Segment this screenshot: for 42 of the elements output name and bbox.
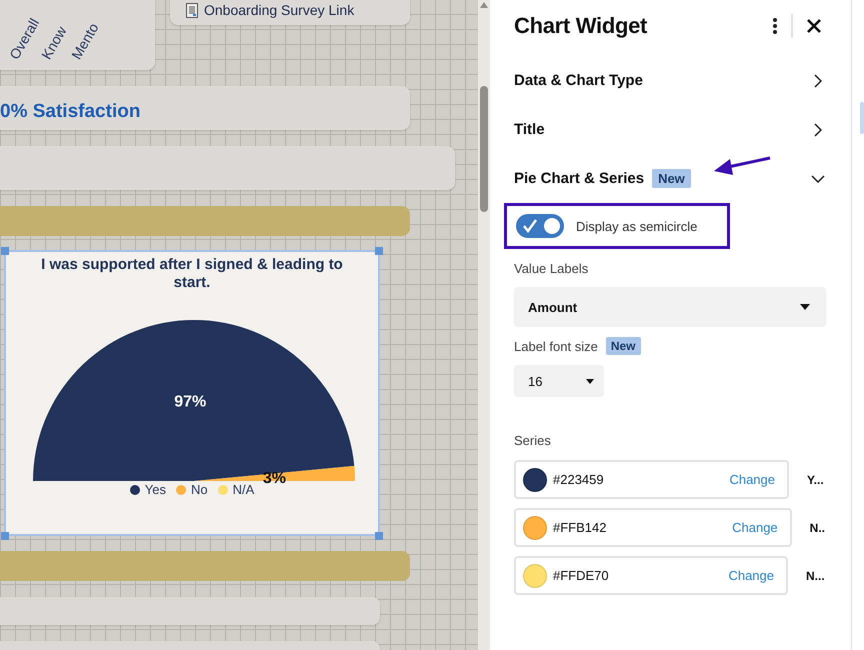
change-link[interactable]: Change <box>732 520 778 535</box>
chart-title: I was supported after I signed & leading to start. <box>40 256 344 292</box>
legend-item: Yes <box>130 482 166 497</box>
resize-handle[interactable] <box>1 532 9 540</box>
chevron-down-icon <box>811 174 825 182</box>
font-size-dropdown[interactable]: 16 <box>514 365 604 397</box>
toggle-label: Display as semicircle <box>576 218 698 234</box>
new-badge: New <box>606 337 641 355</box>
section-header[interactable]: Title <box>514 105 825 154</box>
field-label: Value Labels <box>514 261 590 276</box>
resize-handle[interactable] <box>1 247 9 255</box>
series-name: N.. <box>810 520 825 534</box>
chevron-right-icon <box>814 74 822 88</box>
scroll-indicator <box>860 102 864 134</box>
document-icon <box>186 3 198 18</box>
resize-handle[interactable] <box>375 247 383 255</box>
series-name: N... <box>806 568 825 582</box>
value-labels-dropdown[interactable]: Amount <box>514 287 826 327</box>
panel-title: Chart Widget <box>514 13 648 39</box>
survey-link[interactable]: Onboarding Survey Link <box>170 0 410 25</box>
change-link[interactable]: Change <box>728 568 774 583</box>
legend-item: N/A <box>218 482 254 497</box>
change-link[interactable]: Change <box>729 472 775 487</box>
section-header[interactable]: Data & Chart Type <box>514 56 825 105</box>
scrollbar-thumb[interactable] <box>480 86 488 212</box>
series-name: Y... <box>807 472 824 486</box>
legend-item: No <box>176 482 208 497</box>
hex-value: #FFDE70 <box>553 568 609 583</box>
resize-handle[interactable] <box>375 532 383 540</box>
data-label: 97% <box>174 394 206 411</box>
hex-value: #FFB142 <box>553 520 606 535</box>
caret-icon <box>586 378 594 384</box>
chevron-right-icon <box>814 122 822 136</box>
heading: 0% Satisfaction <box>0 101 140 123</box>
hex-value: #223459 <box>553 472 604 487</box>
toggle-switch[interactable] <box>516 214 564 238</box>
field-label: Series <box>514 433 552 448</box>
field-label: Label font size <box>514 338 598 354</box>
scroll-up-icon[interactable] <box>480 2 488 8</box>
checkmark-icon <box>523 219 537 233</box>
caret-icon <box>800 304 810 310</box>
new-badge: New <box>652 169 691 188</box>
